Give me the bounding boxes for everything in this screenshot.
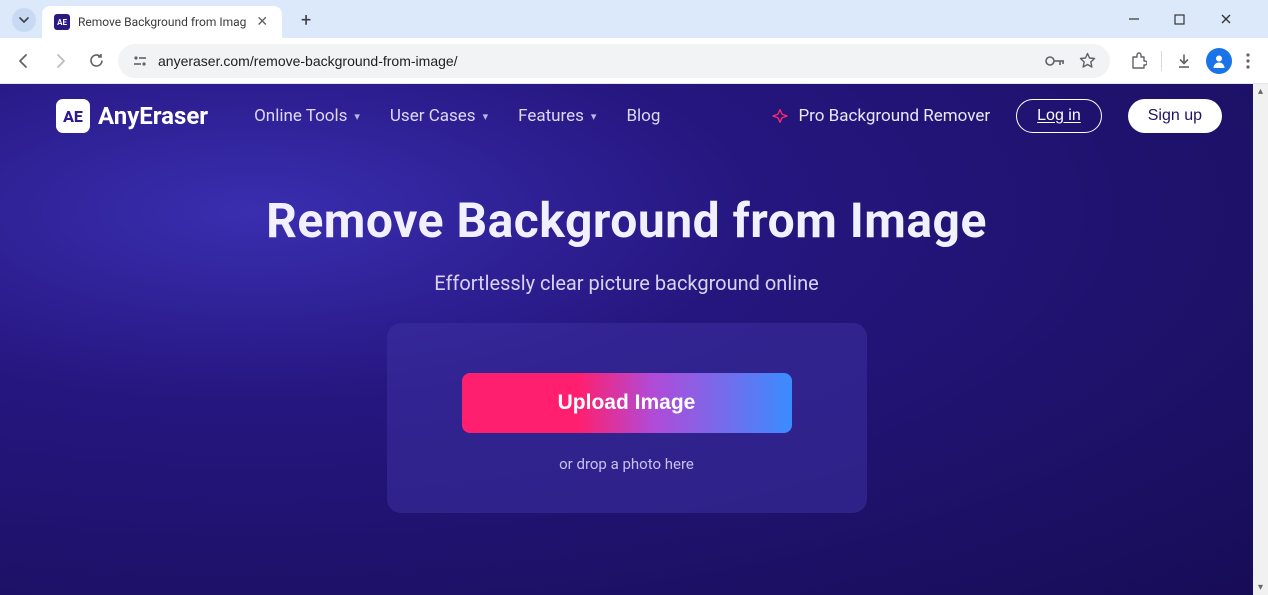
scroll-down-arrow[interactable]: ▾ [1253,580,1268,595]
reload-icon [88,52,105,69]
forward-button[interactable] [46,47,74,75]
minimize-icon [1128,13,1140,25]
close-icon[interactable]: ✕ [254,14,270,30]
upload-dropzone[interactable]: Upload Image or drop a photo here [387,323,867,513]
nav-features[interactable]: Features ▾ [518,106,596,126]
pro-label: Pro Background Remover [798,106,990,126]
signup-button[interactable]: Sign up [1128,99,1222,133]
site-header: AE AnyEraser Online Tools ▾ User Cases ▾… [0,84,1268,148]
browser-window: AE Remove Background from Imag ✕ + [0,0,1268,595]
extensions-icon[interactable] [1130,52,1147,69]
arrow-right-icon [51,52,69,70]
address-bar[interactable] [118,44,1110,78]
kebab-menu-icon[interactable] [1246,53,1250,69]
address-bar-actions [1045,52,1096,69]
main-nav: Online Tools ▾ User Cases ▾ Features ▾ B… [254,106,660,126]
window-controls [1128,0,1262,38]
nav-online-tools[interactable]: Online Tools ▾ [254,106,360,126]
tab-title: Remove Background from Imag [78,15,246,29]
page-content: AE AnyEraser Online Tools ▾ User Cases ▾… [0,84,1268,595]
person-icon [1211,53,1227,69]
logo-mark: AE [56,99,90,133]
bookmark-star-icon[interactable] [1079,52,1096,69]
close-window-button[interactable] [1220,13,1248,25]
tab-strip: AE Remove Background from Imag ✕ + [0,0,1268,38]
reload-button[interactable] [82,47,110,75]
page-title: Remove Background from Image [0,192,1253,249]
dropzone-hint: or drop a photo here [427,455,827,473]
downloads-icon[interactable] [1176,53,1192,69]
login-button[interactable]: Log in [1016,99,1102,133]
toolbar-right [1118,48,1258,74]
browser-tab[interactable]: AE Remove Background from Imag ✕ [42,6,282,38]
new-tab-button[interactable]: + [292,6,320,34]
sparkle-icon [772,109,788,123]
nav-label: Features [518,106,584,126]
chevron-down-icon: ▾ [591,110,597,123]
logo-text: AnyEraser [98,102,208,130]
chevron-down-icon [18,14,30,26]
tablist-dropdown[interactable] [12,8,36,32]
minimize-button[interactable] [1128,13,1156,25]
back-button[interactable] [10,47,38,75]
url-input[interactable] [158,53,1035,69]
tab-favicon: AE [54,14,70,30]
nav-label: Blog [626,106,660,126]
nav-blog[interactable]: Blog [626,106,660,126]
upload-button[interactable]: Upload Image [462,373,792,433]
pro-link[interactable]: Pro Background Remover [772,106,990,126]
chevron-down-icon: ▾ [483,110,489,123]
maximize-button[interactable] [1174,14,1202,25]
toolbar-divider [1161,51,1162,71]
arrow-left-icon [15,52,33,70]
site-settings-icon[interactable] [132,54,148,68]
logo[interactable]: AE AnyEraser [56,99,208,133]
browser-toolbar [0,38,1268,84]
close-icon [1220,13,1232,25]
password-key-icon[interactable] [1045,55,1065,67]
nav-label: Online Tools [254,106,347,126]
chevron-down-icon: ▾ [354,110,360,123]
hero: Remove Background from Image Effortlessl… [0,148,1268,513]
maximize-icon [1174,14,1185,25]
scrollbar[interactable]: ▴ ▾ [1253,84,1268,595]
page-subtitle: Effortlessly clear picture background on… [0,271,1253,295]
profile-avatar[interactable] [1206,48,1232,74]
nav-label: User Cases [390,106,476,126]
nav-user-cases[interactable]: User Cases ▾ [390,106,488,126]
scroll-up-arrow[interactable]: ▴ [1253,84,1268,99]
